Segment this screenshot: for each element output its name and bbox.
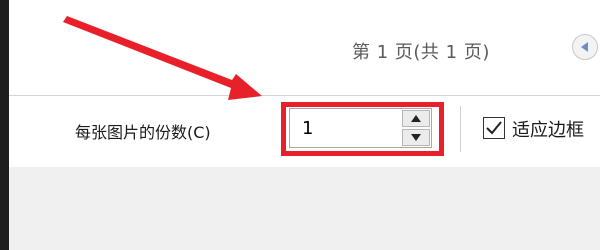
page-indicator: 第 1 页(共 1 页) (352, 42, 490, 63)
copies-label: 每张图片的份数(C) (75, 123, 211, 142)
previous-page-button[interactable] (572, 34, 598, 60)
fit-frame-checkbox[interactable] (483, 117, 505, 139)
window-left-edge (0, 0, 9, 250)
preview-area (9, 167, 600, 250)
preview-header: 第 1 页(共 1 页) (9, 0, 600, 95)
copies-increment-button[interactable] (402, 110, 430, 127)
copies-input[interactable] (290, 109, 390, 147)
fit-frame-label: 适应边框 (512, 120, 584, 141)
print-options-toolbar: 每张图片的份数(C) 适应边框 (9, 95, 600, 167)
copies-spin-buttons (402, 110, 430, 146)
copies-decrement-button[interactable] (402, 129, 430, 146)
copies-stepper (289, 108, 432, 148)
toolbar-separator (460, 106, 461, 152)
